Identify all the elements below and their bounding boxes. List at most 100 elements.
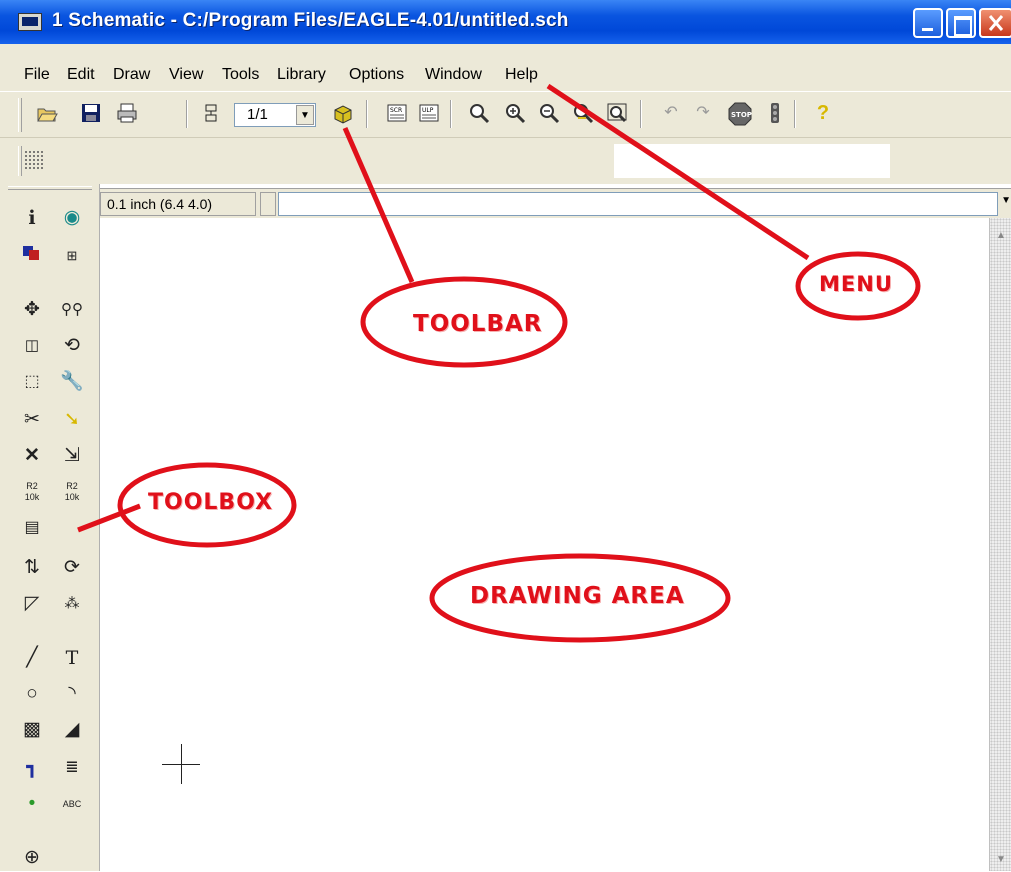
toolbox-callout-label: TOOLBOX [148,490,274,515]
toolbar-separator [366,100,368,128]
drawing-area-callout-label: DRAWING AREA [470,583,685,609]
paste-icon[interactable]: ➘ [58,406,86,434]
parameter-area [614,144,890,178]
main-toolbar: 1/1 ▼ SCR ULP ↶ ↷ STOP ? [0,92,1011,138]
zoom-fit-icon[interactable] [468,102,490,124]
save-icon[interactable] [80,102,102,124]
pinswap-icon[interactable]: ⇅ [18,554,46,582]
script-icon[interactable]: SCR [386,102,408,124]
arc-icon[interactable]: ◝ [58,680,86,708]
circle-icon[interactable]: ○ [18,680,46,708]
menu-help[interactable]: Help [505,66,538,84]
menu-tools[interactable]: Tools [222,66,259,84]
display-icon[interactable] [18,242,46,270]
menu-view[interactable]: View [169,66,203,84]
redraw-icon[interactable] [572,102,594,124]
group-icon[interactable]: ⬚ [18,368,46,396]
toolbar-separator [450,100,452,128]
minimize-button[interactable] [913,8,943,38]
chevron-down-icon[interactable]: ▼ [1001,195,1011,206]
toolbar-grip[interactable] [18,98,22,132]
menu-callout-label: MENU [819,272,893,296]
toolbar-callout-label: TOOLBAR [413,311,543,337]
command-input[interactable] [278,192,998,216]
use-icon[interactable] [332,102,354,124]
help-icon[interactable]: ? [812,102,834,124]
command-row: 0.1 inch (6.4 4.0) ▼ [100,188,1011,218]
info-icon[interactable]: i [18,204,46,232]
open-icon[interactable] [36,102,58,124]
menu-options[interactable]: Options [349,66,404,84]
print-icon[interactable] [116,102,138,124]
toolbox: i ◉ ⊞ ✥ ⚲⚲ ◫ ⟲ ⬚ 🔧 ✂ ➘ ✕ ⇲ R2 10k R2 10k ▤… [0,184,100,871]
net-icon[interactable]: ≣ [58,754,86,782]
drawing-area[interactable] [100,218,989,871]
svg-text:ULP: ULP [422,107,434,114]
coordinate-display: 0.1 inch (6.4 4.0) [100,192,256,216]
toolbar-separator [186,100,188,128]
title-bar[interactable]: 1 Schematic - C:/Program Files/EAGLE-4.0… [0,0,1011,44]
toolbar-separator [640,100,642,128]
toolbar-grip[interactable] [18,146,22,176]
show-icon[interactable]: ◉ [58,204,86,232]
gateswap-icon[interactable]: ⟳ [58,554,86,582]
cut-icon[interactable]: ✂ [18,406,46,434]
add-icon[interactable]: ⇲ [58,442,86,470]
sheet-select-value: 1/1 [247,106,268,123]
menu-window[interactable]: Window [425,66,482,84]
erc-icon[interactable]: ⊕ [18,844,46,872]
delete-icon[interactable]: ✕ [18,442,46,470]
name-icon[interactable]: R2 10k [18,478,46,506]
smash-icon[interactable]: ▤ [18,514,46,542]
split-icon[interactable]: ◸ [18,590,46,618]
polygon-icon[interactable]: ◢ [58,716,86,744]
close-icon [988,15,1004,31]
rotate-icon[interactable]: ⟲ [58,332,86,360]
grid-dots-icon [24,150,44,170]
ulp-icon[interactable]: ULP [418,102,440,124]
sheet-icon[interactable] [200,102,222,124]
menu-edit[interactable]: Edit [67,66,95,84]
sheet-select[interactable]: 1/1 ▼ [234,103,316,127]
toolbox-grip[interactable] [8,186,92,190]
menu-file[interactable]: File [24,66,50,84]
value-icon[interactable]: R2 10k [58,478,86,506]
move-icon[interactable]: ✥ [18,296,46,324]
wire-icon[interactable]: ╱ [18,644,46,672]
svg-text:SCR: SCR [390,107,402,114]
parameter-toolbar [0,138,1011,184]
window-title: 1 Schematic - C:/Program Files/EAGLE-4.0… [52,10,569,31]
change-icon[interactable]: 🔧 [58,368,86,396]
menu-draw[interactable]: Draw [113,66,150,84]
zoom-out-icon[interactable] [538,102,560,124]
menu-bar: File Edit Draw View Tools Library Option… [0,44,1011,92]
command-button[interactable] [260,192,276,216]
chevron-down-icon[interactable]: ▼ [296,105,314,125]
redo-icon[interactable]: ↷ [692,102,714,124]
mirror-icon[interactable]: ◫ [18,332,46,360]
invoke-icon[interactable]: ⁂ [58,590,86,618]
zoom-in-icon[interactable] [504,102,526,124]
maximize-button[interactable] [946,8,976,38]
svg-text:STOP: STOP [731,111,752,119]
rect-icon[interactable]: ▩ [18,716,46,744]
eagle-window: 1 Schematic - C:/Program Files/EAGLE-4.0… [0,0,1011,871]
app-icon[interactable] [18,13,42,31]
junction-icon[interactable]: • [18,790,46,818]
scroll-up-icon[interactable]: ▲ [996,230,1006,241]
go-icon[interactable] [764,102,786,124]
stop-icon[interactable]: STOP [728,102,752,126]
menu-library[interactable]: Library [277,66,326,84]
crosshair-cursor [181,744,182,784]
vertical-scrollbar[interactable]: ▲ ▼ [989,218,1011,871]
text-icon[interactable]: T [58,644,86,672]
undo-icon[interactable]: ↶ [660,102,682,124]
label-icon[interactable]: ABC [58,790,86,818]
grid-icon[interactable]: ⊞ [58,242,86,270]
close-button[interactable] [979,8,1011,38]
copy-icon[interactable]: ⚲⚲ [58,296,86,324]
bus-icon[interactable]: ┓ [18,754,46,782]
scroll-down-icon[interactable]: ▼ [996,854,1006,865]
zoom-select-icon[interactable] [606,102,628,124]
toolbar-separator [794,100,796,128]
